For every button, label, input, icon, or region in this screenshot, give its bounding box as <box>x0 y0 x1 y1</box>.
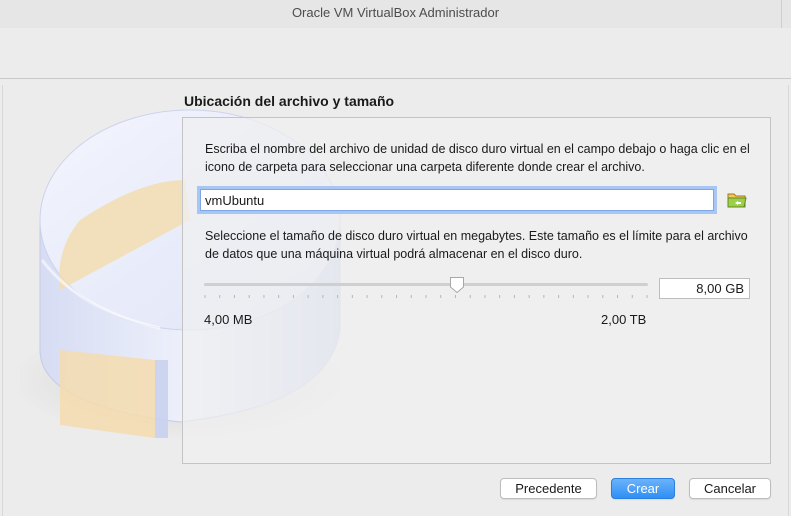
slider-min-label: 4,00 MB <box>204 312 253 327</box>
slider-ticks <box>204 295 648 298</box>
slider-thumb[interactable] <box>449 276 465 294</box>
sheet-right-border <box>788 85 789 516</box>
title-bar-divider <box>781 0 782 28</box>
window-title: Oracle VM VirtualBox Administrador <box>291 5 500 20</box>
previous-button[interactable]: Precedente <box>500 478 597 499</box>
slider-max-label: 2,00 TB <box>601 312 647 327</box>
file-name-input[interactable] <box>200 189 714 211</box>
size-description: Seleccione el tamaño de disco duro virtu… <box>205 229 748 261</box>
cancel-button[interactable]: Cancelar <box>689 478 771 499</box>
disk-size-slider[interactable] <box>204 276 648 296</box>
page-title: Ubicación del archivo y tamaño <box>184 93 395 109</box>
title-bar: Oracle VM VirtualBox Administrador <box>0 0 791 28</box>
sheet-left-border <box>2 85 3 516</box>
slider-track[interactable] <box>204 283 648 286</box>
folder-icon[interactable] <box>727 191 747 209</box>
create-button[interactable]: Crear <box>611 478 675 499</box>
disk-size-input[interactable] <box>659 278 750 299</box>
location-description: Escriba el nombre del archivo de unidad … <box>205 142 750 174</box>
